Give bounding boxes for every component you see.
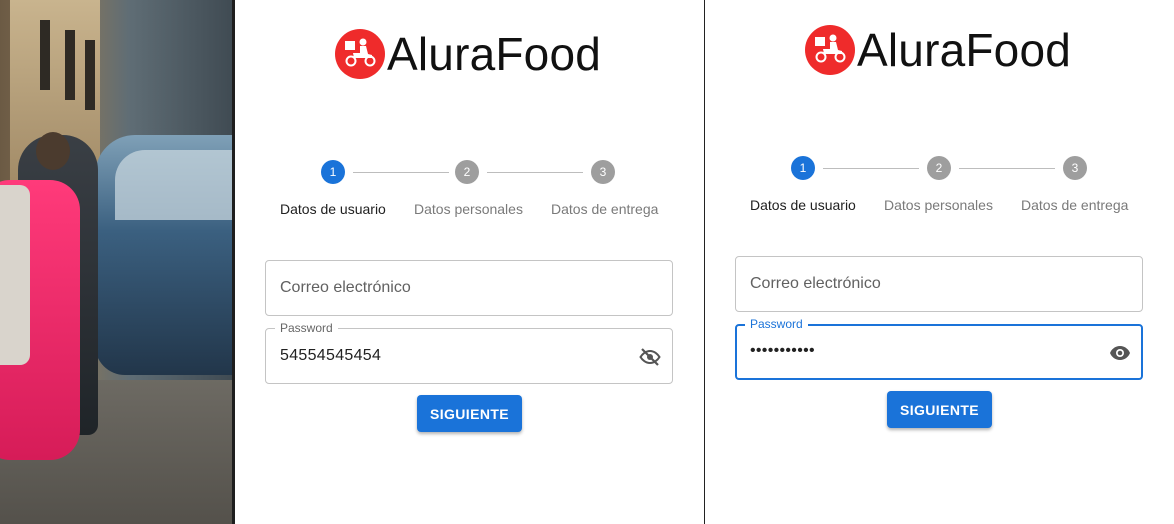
step-3-label: Datos de entrega (1021, 197, 1129, 213)
step-connector (959, 168, 1055, 169)
step-2-indicator: 2 (455, 160, 479, 184)
email-placeholder: Correo electrónico (750, 275, 881, 292)
step-1-label: Datos de usuario (750, 197, 856, 213)
background-photo (0, 0, 235, 524)
step-2-label: Datos personales (414, 201, 523, 217)
password-field[interactable]: Password 54554545454 (265, 321, 673, 384)
step-1-indicator: 1 (791, 156, 815, 180)
step-3-label: Datos de entrega (551, 201, 659, 217)
signup-panel-left: AluraFood 1 2 3 Datos de usuario Datos p… (235, 0, 704, 524)
step-1-indicator: 1 (321, 160, 345, 184)
password-label: Password (275, 321, 338, 335)
brand: AluraFood (335, 27, 601, 81)
brand-name: AluraFood (387, 28, 602, 80)
password-label: Password (745, 317, 808, 331)
step-3-indicator: 3 (591, 160, 615, 184)
stepper: 1 2 3 Datos de usuario Datos personales … (265, 159, 674, 229)
stepper: 1 2 3 Datos de usuario Datos personales … (735, 155, 1144, 225)
step-3-indicator: 3 (1063, 156, 1087, 180)
email-placeholder: Correo electrónico (280, 279, 411, 296)
next-button[interactable]: SIGUIENTE (887, 391, 992, 428)
delivery-scooter-icon (805, 25, 855, 75)
signup-panel-right: AluraFood 1 2 3 Datos de usuario Datos p… (705, 0, 1174, 524)
eye-off-icon[interactable] (638, 345, 662, 369)
next-button[interactable]: SIGUIENTE (417, 395, 522, 432)
step-connector (353, 172, 449, 173)
brand-name: AluraFood (857, 24, 1072, 76)
step-2-label: Datos personales (884, 197, 993, 213)
step-1-label: Datos de usuario (280, 201, 386, 217)
password-value: ••••••••••• (750, 342, 815, 359)
password-field[interactable]: Password ••••••••••• (735, 317, 1143, 380)
brand: AluraFood (805, 23, 1071, 77)
step-connector (823, 168, 919, 169)
password-value: 54554545454 (280, 347, 382, 364)
step-connector (487, 172, 583, 173)
email-field[interactable]: Correo electrónico (265, 260, 673, 316)
eye-icon[interactable] (1108, 341, 1132, 365)
delivery-scooter-icon (335, 29, 385, 79)
email-field[interactable]: Correo electrónico (735, 256, 1143, 312)
step-2-indicator: 2 (927, 156, 951, 180)
